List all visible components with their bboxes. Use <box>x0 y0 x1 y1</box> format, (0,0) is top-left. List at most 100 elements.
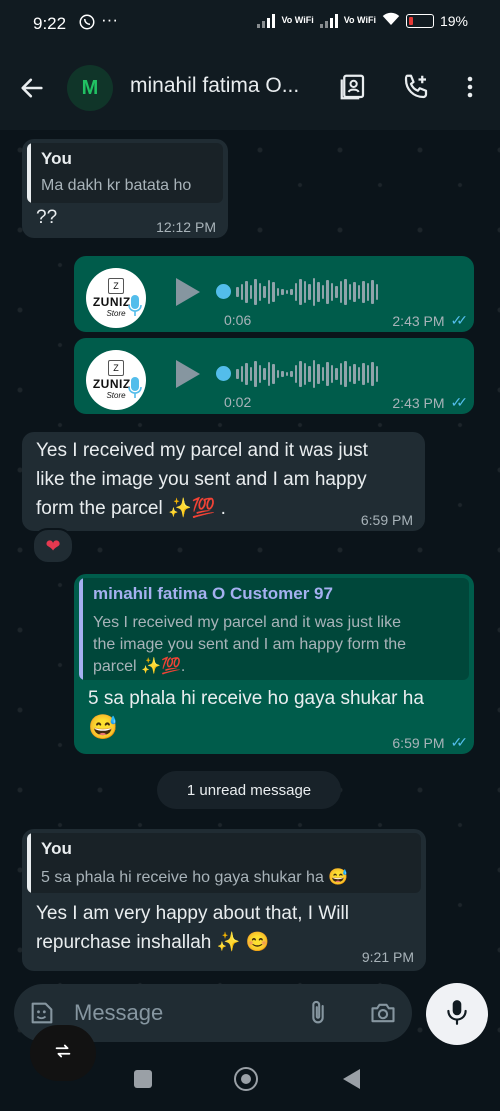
message-text-line: form the parcel ✨💯 . <box>36 498 226 519</box>
waveform-bar <box>299 361 302 387</box>
waveform-bar <box>290 371 293 377</box>
message-text-line: Yes I am very happy about that, I Will <box>36 903 349 924</box>
waveform-bar <box>294 283 297 301</box>
message-outgoing[interactable]: minahil fatima O Customer 97 Yes I recei… <box>74 574 474 754</box>
quoted-message[interactable]: You Ma dakh kr batata ho <box>27 143 223 203</box>
home-icon[interactable] <box>234 1067 258 1091</box>
message-time: 2:43 PM ✓✓ <box>392 312 469 329</box>
message-incoming[interactable]: Yes I received my parcel and it was just… <box>22 432 425 531</box>
audio-waveform[interactable] <box>236 276 378 308</box>
status-indicators: Vo WiFi Vo WiFi 19% <box>257 12 468 29</box>
voice-message-outgoing[interactable]: Z ZUNIZE Store 0:06 2:43 PM ✓✓ <box>74 256 474 332</box>
waveform-bar <box>362 363 365 385</box>
waveform-bar <box>317 282 320 302</box>
play-icon[interactable] <box>176 278 200 306</box>
quote-text-line: Yes I received my parcel and it was just… <box>93 614 401 631</box>
waveform-bar <box>357 367 360 381</box>
waveform-bar <box>335 286 338 298</box>
more-options-icon[interactable] <box>458 72 488 102</box>
status-time: 9:22 <box>33 14 67 33</box>
playback-position-dot[interactable] <box>216 284 231 299</box>
contact-name[interactable]: minahil fatima O... <box>130 74 299 98</box>
waveform-bar <box>236 369 239 379</box>
waveform-bar <box>303 363 306 385</box>
message-input[interactable]: Message <box>74 1000 163 1026</box>
voice-message-outgoing[interactable]: Z ZUNIZE Store 0:02 2:43 PM ✓✓ <box>74 338 474 414</box>
playback-position-dot[interactable] <box>216 366 231 381</box>
waveform-bar <box>357 285 360 299</box>
read-ticks-icon: ✓✓ <box>450 394 469 410</box>
screen-rotate-button[interactable] <box>30 1025 96 1081</box>
waveform-bar <box>245 281 248 303</box>
waveform-bar <box>276 288 279 296</box>
voice-duration: 0:02 <box>224 394 252 410</box>
quote-text: 5 sa phala hi receive ho gaya shukar ha … <box>41 869 349 886</box>
waveform-bar <box>285 290 288 294</box>
signal-icon-2 <box>319 13 338 28</box>
quoted-message[interactable]: You 5 sa phala hi receive ho gaya shukar… <box>27 833 421 893</box>
quoted-message[interactable]: minahil fatima O Customer 97 Yes I recei… <box>79 578 469 680</box>
waveform-bar <box>335 368 338 380</box>
waveform-bar <box>267 362 270 386</box>
waveform-bar <box>308 284 311 300</box>
play-icon[interactable] <box>176 360 200 388</box>
brand-subtitle: Store <box>106 309 126 318</box>
vowifi-label-2: Vo WiFi <box>343 15 376 25</box>
waveform-bar <box>362 281 365 303</box>
message-text-line: repurchase inshallah ✨ 😊 <box>36 932 270 953</box>
waveform-bar <box>353 364 356 384</box>
waveform-bar <box>326 280 329 304</box>
quote-text: Ma dakh kr batata ho <box>41 177 192 194</box>
waveform-bar <box>272 282 275 302</box>
voice-record-button[interactable] <box>426 983 488 1045</box>
waveform-bar <box>308 366 311 382</box>
waveform-bar <box>321 367 324 381</box>
read-ticks-icon: ✓✓ <box>450 312 469 328</box>
back-icon[interactable] <box>343 1069 360 1089</box>
back-arrow-icon[interactable] <box>18 74 46 102</box>
waveform-bar <box>330 283 333 301</box>
quote-text-line: the image you sent and I am happy form t… <box>93 636 407 653</box>
quote-author: minahil fatima O Customer 97 <box>93 584 333 603</box>
contact-card-icon[interactable] <box>338 72 368 102</box>
quote-author: You <box>41 149 72 168</box>
waveform-bar <box>366 283 369 301</box>
waveform-bar <box>236 287 239 297</box>
waveform-bar <box>303 281 306 303</box>
waveform-bar <box>276 370 279 378</box>
add-call-icon[interactable] <box>401 72 431 102</box>
unread-messages-banner: 1 unread message <box>157 771 341 809</box>
waveform-bar <box>339 281 342 303</box>
waveform-bar <box>375 284 378 300</box>
heart-reaction[interactable]: ❤ <box>32 528 74 564</box>
waveform-bar <box>254 361 257 387</box>
camera-icon[interactable] <box>369 999 397 1032</box>
waveform-bar <box>375 366 378 382</box>
waveform-bar <box>299 279 302 305</box>
mic-icon <box>128 294 142 318</box>
waveform-bar <box>240 284 243 300</box>
vowifi-label: Vo WiFi <box>281 15 314 25</box>
message-incoming[interactable]: You Ma dakh kr batata ho ?? 12:12 PM <box>22 139 228 238</box>
waveform-bar <box>258 283 261 301</box>
message-time: 6:59 PM <box>360 512 413 528</box>
contact-avatar[interactable]: M <box>67 65 113 111</box>
waveform-bar <box>312 278 315 306</box>
message-emoji: 😅 <box>88 714 118 741</box>
waveform-bar <box>249 285 252 299</box>
attach-icon[interactable] <box>304 999 332 1032</box>
waveform-bar <box>281 289 284 295</box>
message-time: 6:59 PM ✓✓ <box>392 734 468 751</box>
recents-icon[interactable] <box>134 1070 152 1088</box>
message-incoming[interactable]: You 5 sa phala hi receive ho gaya shukar… <box>22 829 426 971</box>
more-notifications-icon: ··· <box>101 10 118 29</box>
shopping-bag-icon: Z <box>108 360 124 376</box>
waveform-bar <box>272 364 275 384</box>
waveform-bar <box>240 366 243 382</box>
audio-waveform[interactable] <box>236 358 378 390</box>
quote-text-line: parcel ✨💯. <box>93 658 186 675</box>
waveform-bar <box>339 363 342 385</box>
waveform-bar <box>344 279 347 305</box>
waveform-bar <box>317 364 320 384</box>
chat-area[interactable]: You Ma dakh kr batata ho ?? 12:12 PM Z Z… <box>0 130 500 1050</box>
